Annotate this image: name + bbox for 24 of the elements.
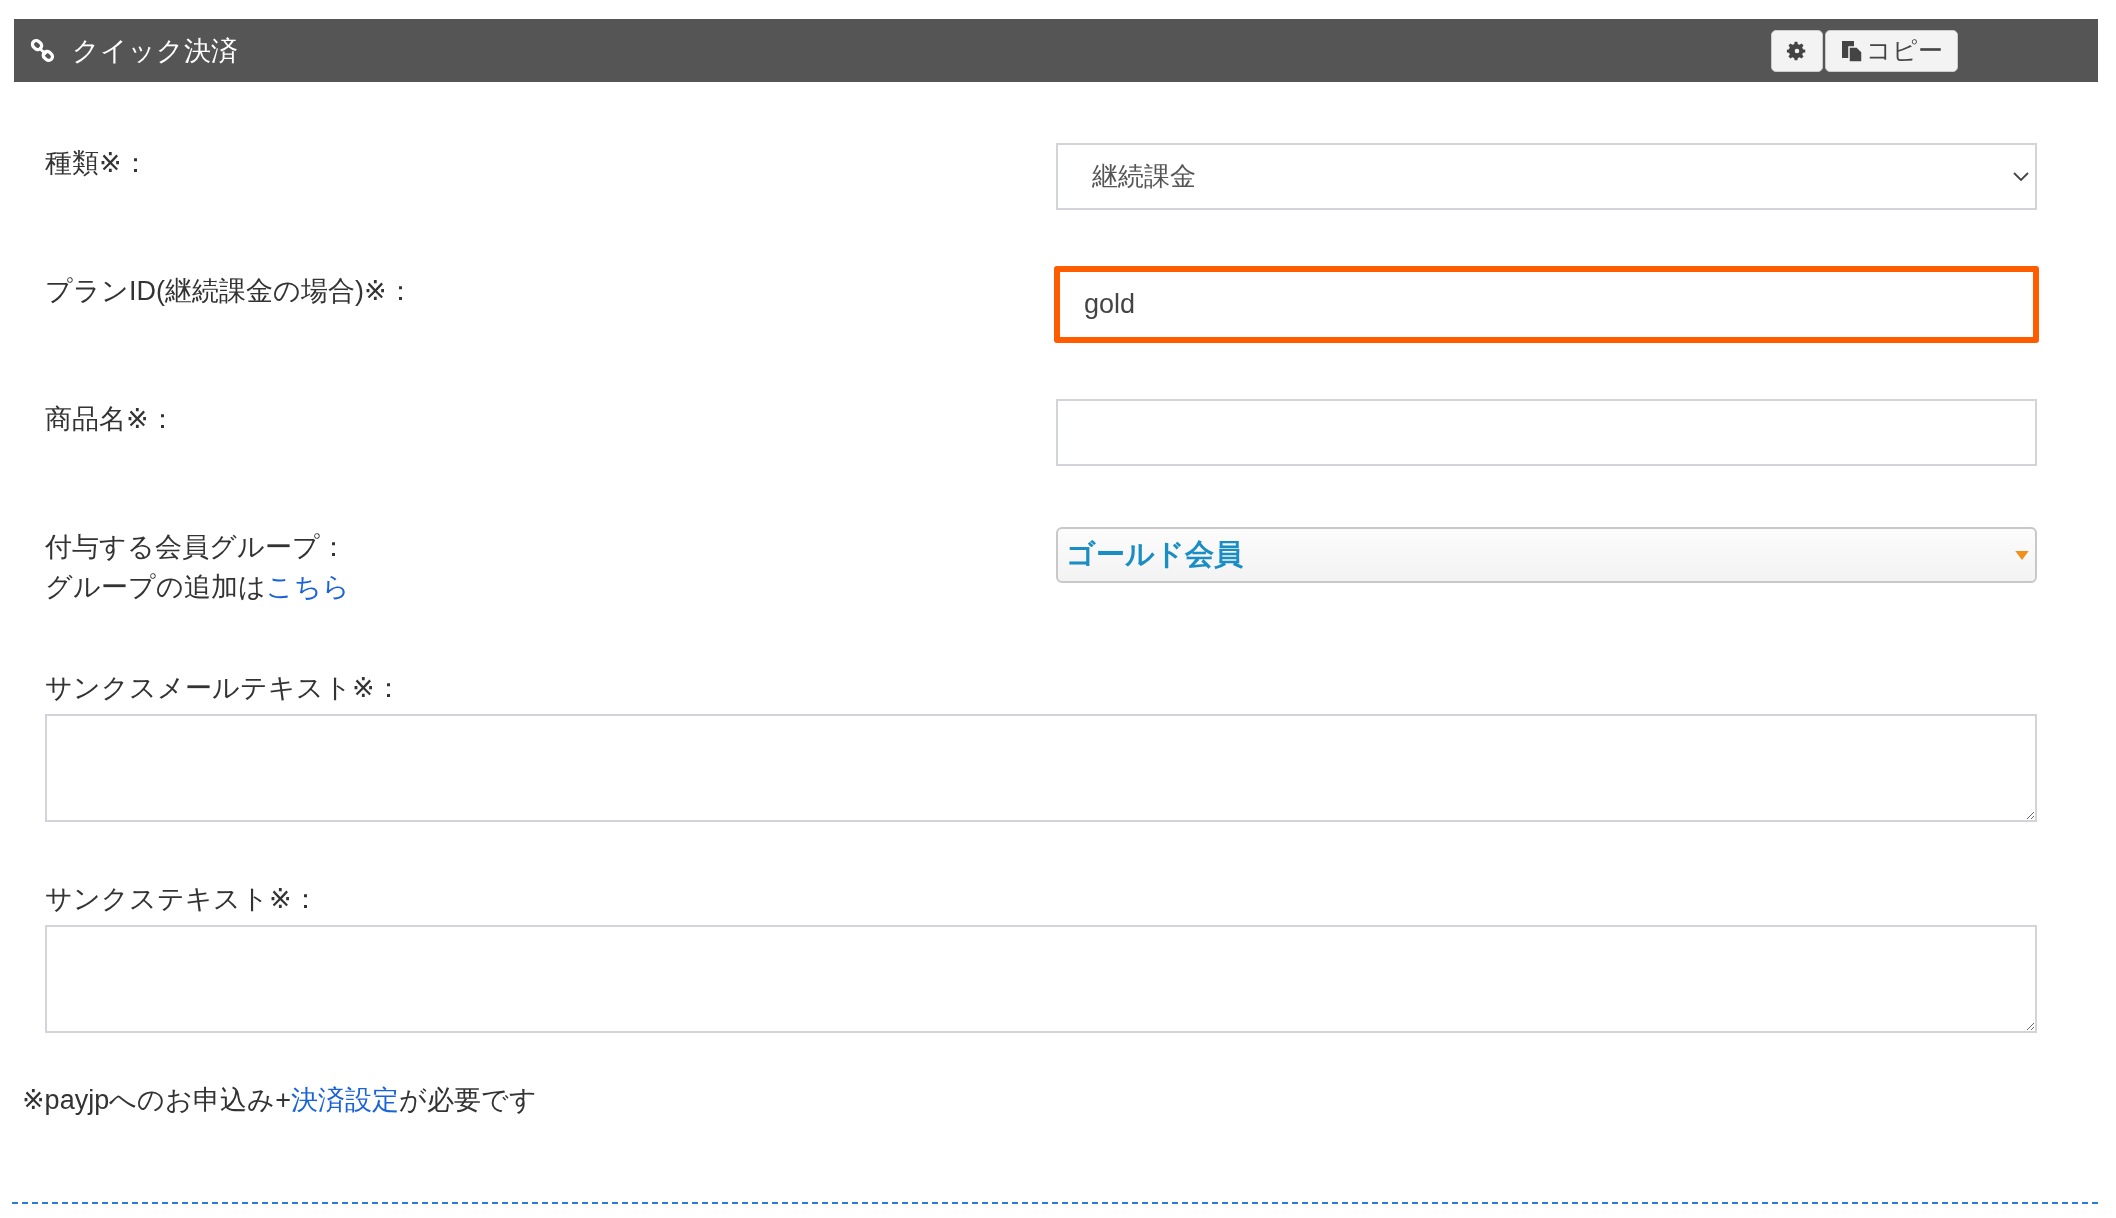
copy-icon: [1840, 38, 1864, 63]
panel-title: クイック決済: [72, 34, 238, 68]
input-field[interactable]: gold: [1054, 266, 2039, 343]
payment-settings-link[interactable]: 決済設定: [290, 1085, 399, 1115]
text-area[interactable]: [45, 925, 2037, 1033]
settings-button[interactable]: [1771, 29, 1823, 72]
text-area[interactable]: [45, 714, 2037, 822]
field-label: サンクステキスト※：: [45, 883, 320, 916]
settings-icon: [1786, 39, 1808, 62]
copy-button[interactable]: コピー: [1825, 29, 1958, 72]
group-add-link[interactable]: こちら: [266, 572, 350, 602]
caret-down-icon: [2015, 550, 2029, 560]
field-label: 種類※：: [45, 147, 150, 180]
field-note: グループの追加は こちら: [45, 571, 351, 604]
select-field[interactable]: 継続課金: [1056, 143, 2037, 210]
field-label: プランID(継続課金の場合)※：: [45, 275, 415, 308]
footer-note: ※payjpへのお申込み+決済設定が必要です: [22, 1084, 538, 1117]
link-icon: [30, 37, 56, 64]
group-select-field[interactable]: ゴールド会員: [1056, 527, 2037, 583]
field-label: サンクスメールテキスト※：: [45, 672, 403, 705]
input-field[interactable]: [1056, 399, 2037, 466]
chevron-down-icon: [2013, 171, 2029, 182]
field-label: 商品名※：: [45, 403, 177, 436]
field-label: 付与する会員グループ：: [45, 531, 348, 564]
